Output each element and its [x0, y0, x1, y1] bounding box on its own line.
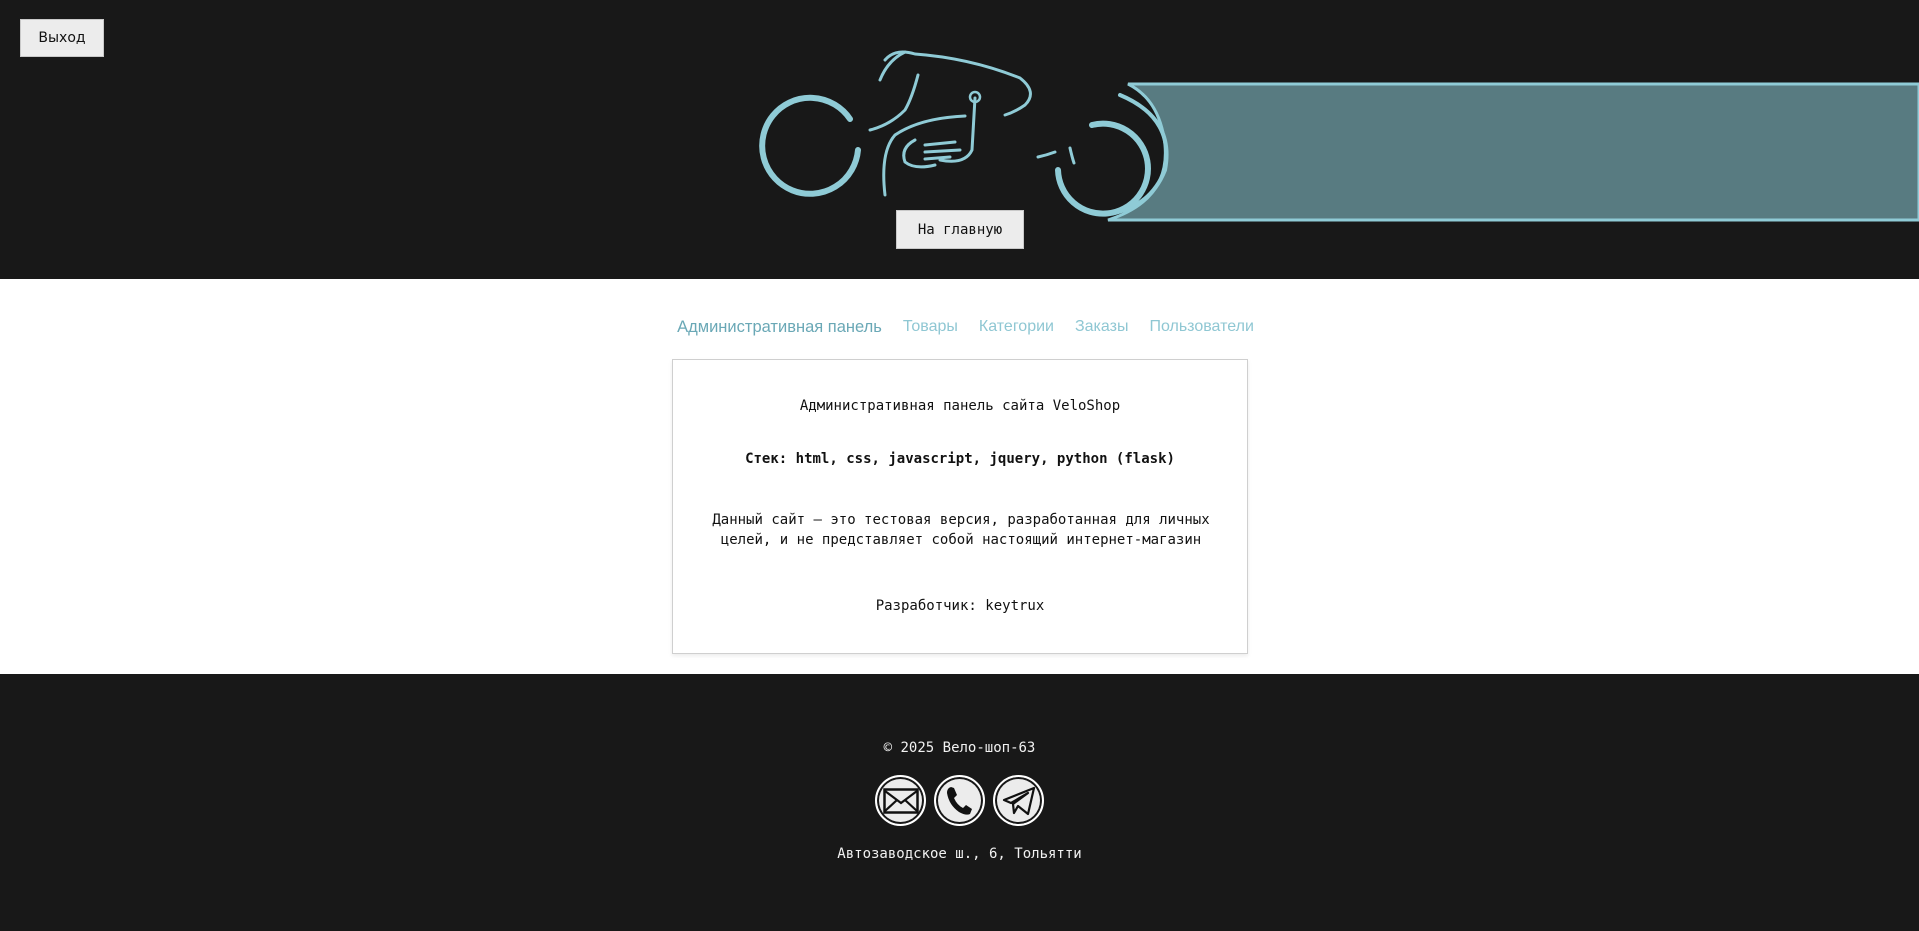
- nav-item-users[interactable]: Пользователи: [1149, 318, 1253, 337]
- nav-item-categories[interactable]: Категории: [979, 318, 1054, 337]
- nav-item-orders[interactable]: Заказы: [1075, 318, 1128, 337]
- site-footer: © 2025 Вело-шоп-63 Автозаводское ш., 6, …: [0, 674, 1919, 931]
- social-links: [0, 775, 1919, 826]
- nav-item-admin-panel[interactable]: Административная панель: [677, 318, 882, 337]
- email-icon[interactable]: [875, 775, 926, 826]
- copyright: © 2025 Вело-шоп-63: [883, 740, 1036, 756]
- phone-icon[interactable]: [934, 775, 985, 826]
- admin-nav: Административная панель Товары Категории…: [0, 318, 1919, 337]
- nav-item-products[interactable]: Товары: [903, 318, 958, 337]
- tech-stack: Стек: html, css, javascript, jquery, pyt…: [745, 451, 1175, 467]
- site-description: Данный сайт — это тестовая версия, разра…: [712, 512, 1210, 548]
- home-button[interactable]: На главную: [896, 210, 1024, 249]
- developer-credit: Разработчик: keytrux: [875, 598, 1045, 614]
- site-header: Выход На главную: [0, 0, 1919, 279]
- card-title: Административная панель сайта VeloShop: [799, 398, 1121, 414]
- address: Автозаводское ш., 6, Тольятти: [837, 846, 1082, 862]
- info-card: Административная панель сайта VeloShop С…: [672, 359, 1248, 654]
- telegram-icon[interactable]: [993, 775, 1044, 826]
- logout-button[interactable]: Выход: [20, 19, 104, 57]
